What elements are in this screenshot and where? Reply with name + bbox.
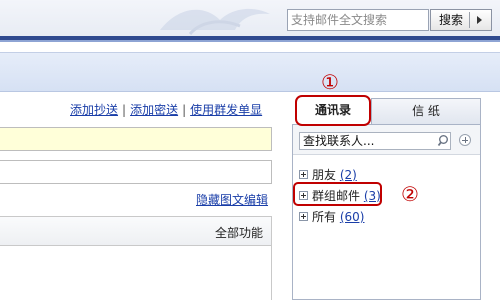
expand-icon[interactable]	[299, 212, 308, 221]
group-name: 所有	[312, 210, 337, 224]
contact-search-bar: 查找联系人...	[293, 125, 480, 155]
add-contact-icon[interactable]	[459, 134, 471, 146]
link-separator: |	[122, 103, 127, 117]
button-divider	[469, 12, 470, 28]
search-icon[interactable]	[437, 134, 451, 148]
address-book-panel: 查找联系人... 朋友 (2) 群组邮件 (3) 所有 (60)	[292, 124, 481, 300]
tab-address-book[interactable]: 通讯录	[295, 95, 371, 126]
separate-send-link[interactable]: 使用群发单显	[190, 103, 262, 117]
editor-toolbar: 全部功能	[0, 216, 272, 246]
link-separator: |	[182, 103, 187, 117]
recipient-field[interactable]	[0, 127, 272, 151]
tab-stationery[interactable]: 信 纸	[371, 98, 481, 124]
group-count[interactable]: (2)	[340, 168, 357, 182]
subject-field[interactable]	[0, 160, 272, 184]
group-item-all[interactable]: 所有 (60)	[299, 208, 364, 226]
annotation-marker-1: ①	[321, 70, 339, 94]
add-cc-link[interactable]: 添加抄送	[70, 103, 118, 117]
recipient-options: 添加抄送 | 添加密送 | 使用群发单显	[70, 101, 280, 118]
webmail-compose-page: 支持邮件全文搜索 搜索 添加抄送 | 添加密送 | 使用群发单显 隐藏图文编辑 全部功能…	[0, 0, 500, 300]
group-name: 朋友	[312, 168, 337, 182]
toolbar-band	[0, 52, 500, 92]
all-functions-button[interactable]: 全部功能	[215, 224, 263, 241]
mail-search-input[interactable]: 支持邮件全文搜索	[287, 9, 429, 31]
group-count[interactable]: (60)	[340, 210, 365, 224]
header-divider-light	[0, 40, 500, 42]
add-bcc-link[interactable]: 添加密送	[130, 103, 178, 117]
hide-rich-editor-link[interactable]: 隐藏图文编辑	[196, 191, 268, 208]
search-button[interactable]: 搜索	[430, 9, 492, 31]
message-body-editor[interactable]	[0, 246, 272, 300]
contact-search-input[interactable]: 查找联系人...	[299, 132, 451, 150]
banner-decoration	[160, 8, 270, 36]
expand-icon[interactable]	[299, 170, 308, 179]
top-banner: 支持邮件全文搜索 搜索	[0, 0, 500, 36]
search-button-label: 搜索	[439, 13, 464, 27]
caret-right-icon[interactable]	[477, 16, 482, 24]
highlight-box	[293, 182, 382, 206]
annotation-marker-2: ②	[401, 182, 419, 206]
